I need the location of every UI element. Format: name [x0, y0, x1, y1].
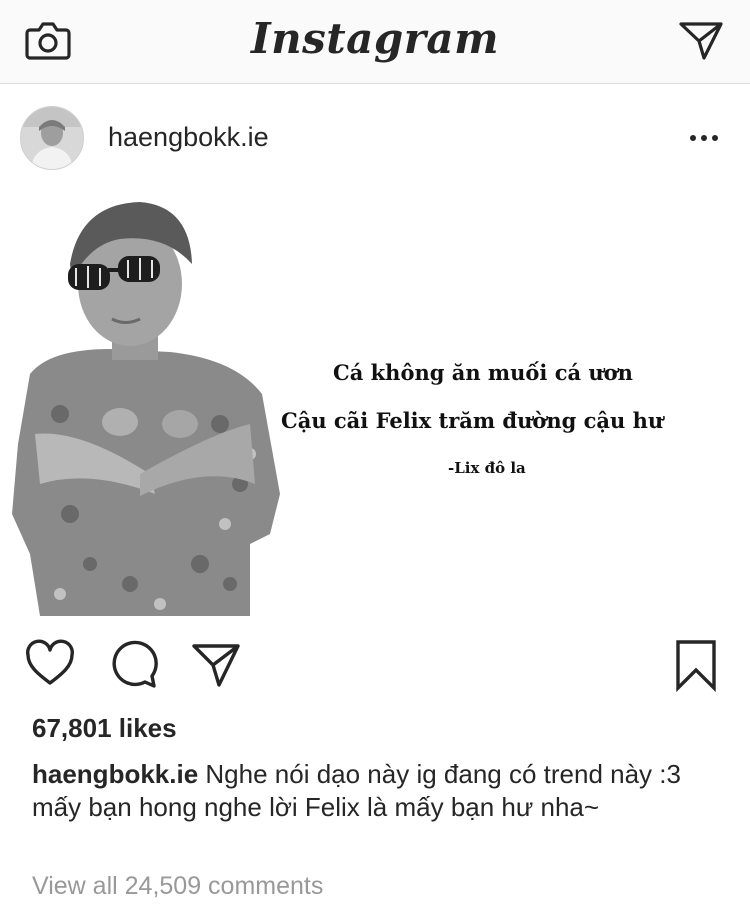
caption-username[interactable]: haengbokk.ie — [32, 759, 198, 789]
top-bar: Instagram — [0, 0, 750, 84]
avatar[interactable] — [20, 106, 84, 170]
quote-line-2: Cậu cãi Felix trăm đường cậu hư — [281, 408, 664, 433]
more-options-icon[interactable] — [688, 124, 720, 152]
post-caption: haengbokk.ie Nghe nói dạo này ig đang có… — [32, 758, 692, 824]
heart-icon[interactable] — [22, 636, 78, 692]
instagram-logo: Instagram — [250, 14, 500, 63]
view-all-comments-link[interactable]: View all 24,509 comments — [32, 872, 323, 901]
like-count[interactable]: 67,801 likes — [32, 713, 177, 744]
post-header: haengbokk.ie — [0, 100, 750, 180]
quote-signature: -Lix đô la — [448, 459, 526, 477]
bookmark-icon[interactable] — [668, 636, 724, 692]
person-photo — [12, 202, 280, 616]
comment-bubble-icon[interactable] — [105, 636, 161, 692]
post-image[interactable]: Cá không ăn muối cá ươn Cậu cãi Felix tr… — [0, 184, 750, 616]
avatar-image — [21, 107, 83, 169]
post-username[interactable]: haengbokk.ie — [108, 122, 269, 153]
quote-line-1: Cá không ăn muối cá ươn — [333, 360, 633, 385]
paper-plane-icon[interactable] — [678, 20, 724, 62]
share-paper-plane-icon[interactable] — [188, 636, 244, 692]
post-actions — [0, 630, 750, 696]
